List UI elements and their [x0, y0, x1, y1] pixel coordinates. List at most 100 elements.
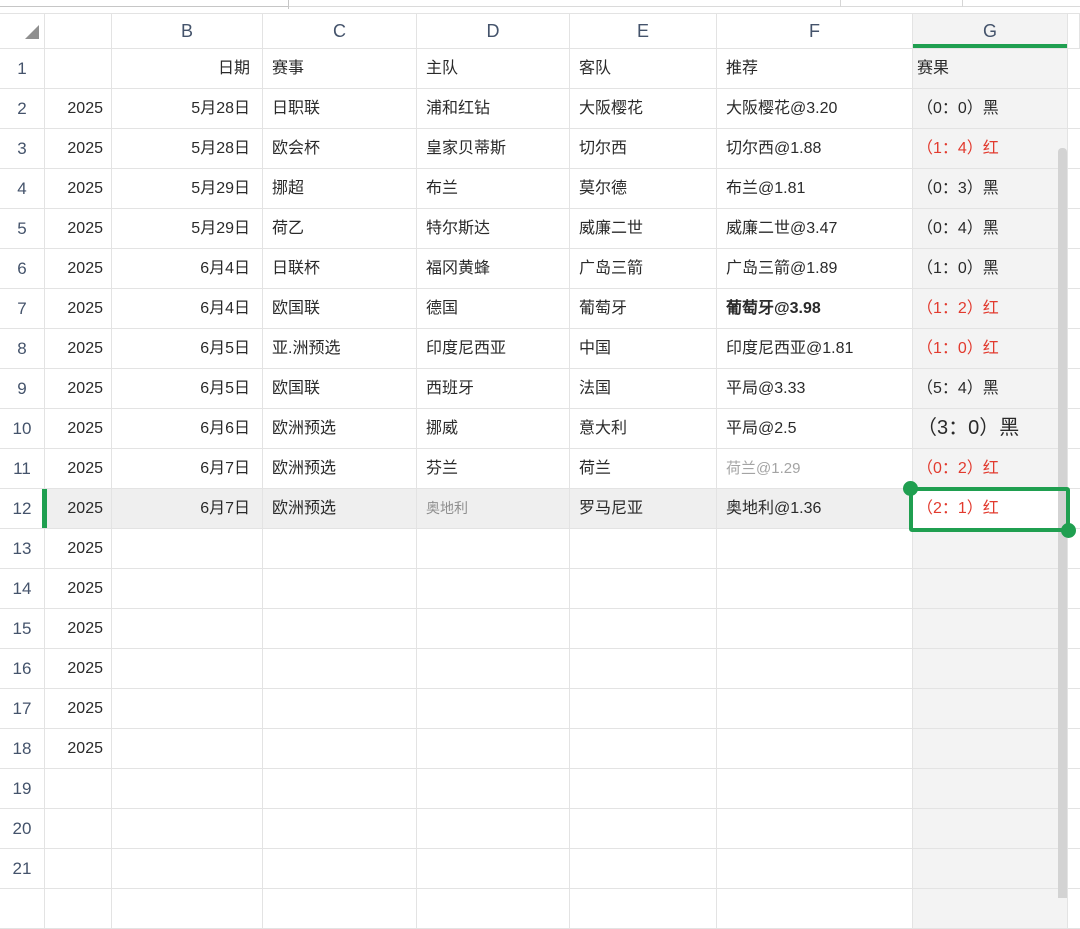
cell-B1[interactable]: 日期: [112, 49, 263, 89]
cell-C20[interactable]: [263, 809, 417, 849]
cell-D10[interactable]: 挪威: [417, 409, 570, 449]
cell-B18[interactable]: [112, 729, 263, 769]
cell-D19[interactable]: [417, 769, 570, 809]
cell-B13[interactable]: [112, 529, 263, 569]
cell-C10[interactable]: 欧洲预选: [263, 409, 417, 449]
cell-partial-17[interactable]: [1068, 689, 1080, 729]
column-header-c[interactable]: C: [263, 13, 417, 49]
cell-D1[interactable]: 主队: [417, 49, 570, 89]
cell-G8[interactable]: （1：0）红: [913, 329, 1068, 369]
selection-handle-bottom-right[interactable]: [1061, 523, 1076, 538]
cell-C8[interactable]: 亚.洲预选: [263, 329, 417, 369]
cell-A6[interactable]: 2025: [45, 249, 112, 289]
cell-A5[interactable]: 2025: [45, 209, 112, 249]
row-header-9[interactable]: 9: [0, 369, 45, 409]
cell-partial-5[interactable]: [1068, 209, 1080, 249]
cell-A19[interactable]: [45, 769, 112, 809]
row-header-7[interactable]: 7: [0, 289, 45, 329]
cell-C11[interactable]: 欧洲预选: [263, 449, 417, 489]
cell-C5[interactable]: 荷乙: [263, 209, 417, 249]
cell-A1[interactable]: [45, 49, 112, 89]
cell-E17[interactable]: [570, 689, 717, 729]
cell-C13[interactable]: [263, 529, 417, 569]
select-all-corner[interactable]: [0, 13, 45, 49]
cell-D14[interactable]: [417, 569, 570, 609]
row-header-15[interactable]: 15: [0, 609, 45, 649]
cell-D16[interactable]: [417, 649, 570, 689]
cell-C9[interactable]: 欧国联: [263, 369, 417, 409]
cell-D4[interactable]: 布兰: [417, 169, 570, 209]
cell-F11[interactable]: 荷兰@1.29: [717, 449, 913, 489]
cell-G15[interactable]: [913, 609, 1068, 649]
cell-F4[interactable]: 布兰@1.81: [717, 169, 913, 209]
cell-D9[interactable]: 西班牙: [417, 369, 570, 409]
row-header-3[interactable]: 3: [0, 129, 45, 169]
cell-E15[interactable]: [570, 609, 717, 649]
cell-F8[interactable]: 印度尼西亚@1.81: [717, 329, 913, 369]
cell-G20[interactable]: [913, 809, 1068, 849]
cell-E2[interactable]: 大阪樱花: [570, 89, 717, 129]
cell-E11[interactable]: 荷兰: [570, 449, 717, 489]
cell-C12[interactable]: 欧洲预选: [263, 489, 417, 529]
cell-G17[interactable]: [913, 689, 1068, 729]
cell-C17[interactable]: [263, 689, 417, 729]
cell-F5[interactable]: 威廉二世@3.47: [717, 209, 913, 249]
cell-E5[interactable]: 威廉二世: [570, 209, 717, 249]
row-header-6[interactable]: 6: [0, 249, 45, 289]
cell-G1[interactable]: 赛果: [913, 49, 1068, 89]
cell-A18[interactable]: 2025: [45, 729, 112, 769]
cell-F15[interactable]: [717, 609, 913, 649]
cell-E7[interactable]: 葡萄牙: [570, 289, 717, 329]
cell-C19[interactable]: [263, 769, 417, 809]
cell-A7[interactable]: 2025: [45, 289, 112, 329]
cell-B4[interactable]: 5月29日: [112, 169, 263, 209]
cell-E19[interactable]: [570, 769, 717, 809]
cell-E10[interactable]: 意大利: [570, 409, 717, 449]
cell-B17[interactable]: [112, 689, 263, 729]
cell-G16[interactable]: [913, 649, 1068, 689]
cell-E13[interactable]: [570, 529, 717, 569]
row-header-17[interactable]: 17: [0, 689, 45, 729]
cell-C7[interactable]: 欧国联: [263, 289, 417, 329]
column-header-partial[interactable]: [1068, 13, 1080, 49]
cell-G10[interactable]: （3：0）黑: [913, 409, 1068, 449]
cell-F7[interactable]: 葡萄牙@3.98: [717, 289, 913, 329]
cell-A22[interactable]: [45, 889, 112, 929]
cell-C22[interactable]: [263, 889, 417, 929]
cell-G22[interactable]: [913, 889, 1068, 929]
cell-C14[interactable]: [263, 569, 417, 609]
cell-B6[interactable]: 6月4日: [112, 249, 263, 289]
cell-E22[interactable]: [570, 889, 717, 929]
cell-E9[interactable]: 法国: [570, 369, 717, 409]
row-header-20[interactable]: 20: [0, 809, 45, 849]
cell-B2[interactable]: 5月28日: [112, 89, 263, 129]
cell-B10[interactable]: 6月6日: [112, 409, 263, 449]
cell-D11[interactable]: 芬兰: [417, 449, 570, 489]
cell-partial-3[interactable]: [1068, 129, 1080, 169]
cell-F16[interactable]: [717, 649, 913, 689]
row-header-4[interactable]: 4: [0, 169, 45, 209]
cell-C16[interactable]: [263, 649, 417, 689]
cell-A16[interactable]: 2025: [45, 649, 112, 689]
row-header-21[interactable]: 21: [0, 849, 45, 889]
cell-E4[interactable]: 莫尔德: [570, 169, 717, 209]
selection-handle-top-left[interactable]: [903, 481, 918, 496]
row-header-13[interactable]: 13: [0, 529, 45, 569]
cell-E8[interactable]: 中国: [570, 329, 717, 369]
cell-G3[interactable]: （1：4）红: [913, 129, 1068, 169]
cell-C3[interactable]: 欧会杯: [263, 129, 417, 169]
cell-C18[interactable]: [263, 729, 417, 769]
cell-B22[interactable]: [112, 889, 263, 929]
cell-E14[interactable]: [570, 569, 717, 609]
cell-B14[interactable]: [112, 569, 263, 609]
cell-partial-21[interactable]: [1068, 849, 1080, 889]
row-header-11[interactable]: 11: [0, 449, 45, 489]
cell-F17[interactable]: [717, 689, 913, 729]
cell-F19[interactable]: [717, 769, 913, 809]
cell-partial-18[interactable]: [1068, 729, 1080, 769]
row-header-19[interactable]: 19: [0, 769, 45, 809]
cell-D7[interactable]: 德国: [417, 289, 570, 329]
cell-partial-22[interactable]: [1068, 889, 1080, 929]
cell-partial-6[interactable]: [1068, 249, 1080, 289]
cell-C2[interactable]: 日职联: [263, 89, 417, 129]
